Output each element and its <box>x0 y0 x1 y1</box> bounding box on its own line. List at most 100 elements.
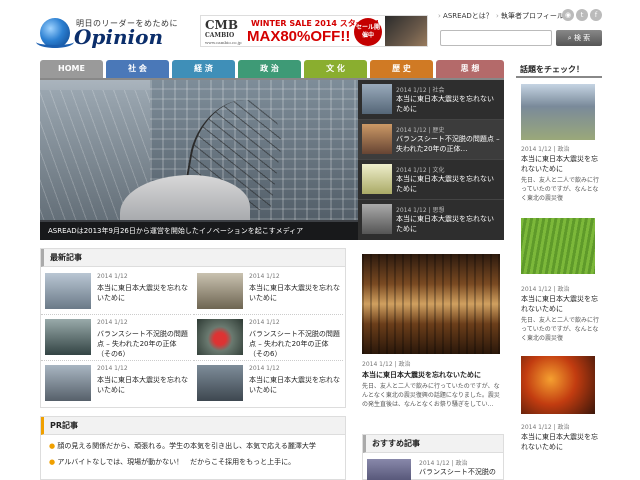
tab-culture[interactable]: 文 化 <box>304 60 367 78</box>
latest-articles-panel: 最新記事 2014 1/12 本当に東日本大震災を忘れないために 2014 1/… <box>40 248 346 408</box>
ad-brand-url: www.cambio.co.jp <box>205 40 242 45</box>
recommended-title[interactable]: バランスシート不況脱の <box>419 467 496 477</box>
library-shelves <box>362 254 500 354</box>
article-date: 2014 1/12 <box>249 365 280 372</box>
recommended-meta: 2014 1/12 | 政治 <box>419 460 468 467</box>
topnav-about-label: ASREADとは？ <box>443 12 493 20</box>
recommended-heading: おすすめ記事 <box>363 435 503 453</box>
topnav-about-link[interactable]: › ASREADとは？ <box>438 11 493 21</box>
pr-link[interactable]: ● アルバイトなしでは、現場が動かない！ だからこそ採用をもっと上手に。 <box>49 457 295 467</box>
site-logo-text[interactable]: Opinion <box>74 25 163 49</box>
sidebar-title[interactable]: 本当に東日本大震災を忘れないために <box>521 154 601 174</box>
pr-link-label: 顔の見える関係だから、頑張れる。学生の本気を引き出し、本気で応える麗澤大学 <box>57 442 316 450</box>
featured-title: 本当に東日本大震災を忘れないために <box>362 371 481 379</box>
rss-icon[interactable]: ◉ <box>562 9 574 21</box>
tab-society[interactable]: 社 会 <box>106 60 169 78</box>
chevron-right-icon: › <box>438 12 441 20</box>
article-title: 本当に東日本大震災を忘れないために <box>97 284 188 302</box>
chevron-right-icon: › <box>496 12 499 20</box>
article-card[interactable]: 2014 1/12 本当に東日本大震災を忘れないために <box>193 269 343 315</box>
tab-economy[interactable]: 経 済 <box>172 60 235 78</box>
article-card[interactable]: 2014 1/12 バランスシート不況脱の問題点 – 失われた20年の正体（その… <box>41 315 191 361</box>
hero-list-item[interactable]: 2014 1/12 | 社会 本当に東日本大震災を忘れないために <box>358 80 504 120</box>
hero-list-title: 本当に東日本大震災を忘れないために <box>396 175 494 193</box>
hero-list-meta: 2014 1/12 | 思想 <box>396 207 445 214</box>
pr-heading: PR記事 <box>41 417 345 435</box>
article-thumb <box>45 273 91 309</box>
article-thumb <box>197 273 243 309</box>
bullet-icon: ● <box>49 442 56 450</box>
search-input[interactable] <box>440 30 552 46</box>
ad-model-photo <box>385 16 427 46</box>
featured-excerpt: 先日、友人と二人で飲みに行っていたのですが、なんとなく東北の震災復興の話題になり… <box>362 383 500 408</box>
hero-list-meta: 2014 1/12 | 文化 <box>396 167 445 174</box>
hero-list-meta: 2014 1/12 | 社会 <box>396 87 445 94</box>
hero-list-thumb <box>362 204 392 234</box>
twitter-icon[interactable]: t <box>576 9 588 21</box>
pr-link-label: アルバイトなしでは、現場が動かない！ だからこそ採用をもっと上手に。 <box>57 458 296 466</box>
sidebar-meta: 2014 1/12 | 政治 <box>521 424 570 431</box>
featured-article[interactable]: 2014 1/12 | 政治 本当に東日本大震災を忘れないために 先日、友人と二… <box>362 254 502 414</box>
search-button[interactable]: ⌕ 検 索 <box>556 30 602 46</box>
article-title: 本当に東日本大震災を忘れないために <box>249 376 340 394</box>
hero-list-item[interactable]: 2014 1/12 | 歴史 バランスシート不況脱の問題点 – 失われた20年の… <box>358 120 504 160</box>
featured-meta: 2014 1/12 | 政治 <box>362 361 411 368</box>
hero-list-thumb <box>362 124 392 154</box>
featured-library-image <box>362 254 500 354</box>
article-date: 2014 1/12 <box>249 273 280 280</box>
sidebar-heading: 話題をチェック！ <box>516 62 602 78</box>
sidebar-thumb-autumn[interactable] <box>521 356 595 414</box>
hero-caption: ASREADは2013年9月26日から運営を開始したイノベーションを起こすメディ… <box>40 222 358 240</box>
article-card[interactable]: 2014 1/12 本当に東日本大震災を忘れないために <box>41 361 191 407</box>
search-icon: ⌕ <box>567 34 572 42</box>
hero-list-title: 本当に東日本大震災を忘れないために <box>396 95 494 113</box>
topnav-writers-link[interactable]: › 執筆者プロフィール <box>496 11 564 21</box>
ad-brand-logo: CMB CAMBIO www.cambio.co.jp <box>205 18 242 46</box>
sidebar-thumb-field[interactable] <box>521 218 595 274</box>
sidebar-meta: 2014 1/12 | 政治 <box>521 286 570 293</box>
ad-sale-badge: セール開催中 <box>354 18 382 46</box>
tab-thought[interactable]: 思 想 <box>436 60 504 78</box>
hero-list-title: 本当に東日本大震災を忘れないために <box>396 215 494 233</box>
tab-politics[interactable]: 政 治 <box>238 60 301 78</box>
article-card[interactable]: 2014 1/12 本当に東日本大震災を忘れないために <box>193 361 343 407</box>
sidebar-thumb-city[interactable] <box>521 84 595 140</box>
pr-link[interactable]: ● 顔の見える関係だから、頑張れる。学生の本気を引き出し、本気で応える麗澤大学 <box>49 441 316 451</box>
logo-swoosh <box>36 36 74 48</box>
sidebar-meta: 2014 1/12 | 政治 <box>521 146 570 153</box>
hero-list-meta: 2014 1/12 | 歴史 <box>396 127 445 134</box>
hero-list-item[interactable]: 2014 1/12 | 思想 本当に東日本大震災を忘れないために <box>358 200 504 240</box>
article-date: 2014 1/12 <box>97 365 128 372</box>
sidebar-excerpt: 先日、友人と二人で飲みに行っていたのですが、なんとなく東北の震災復 <box>521 177 600 202</box>
pr-articles-panel: PR記事 ● 顔の見える関係だから、頑張れる。学生の本気を引き出し、本気で応える… <box>40 416 346 480</box>
hero-list-thumb <box>362 84 392 114</box>
ad-brand-name: CAMBIO <box>205 32 235 39</box>
article-card[interactable]: 2014 1/12 バランスシート不況脱の問題点 – 失われた20年の正体（その… <box>193 315 343 361</box>
ad-brand-mark: CMB <box>205 18 238 32</box>
sidebar-title[interactable]: 本当に東日本大震災を忘れないために <box>521 432 601 452</box>
sidebar-title[interactable]: 本当に東日本大震災を忘れないために <box>521 294 601 314</box>
hero-slider[interactable]: ASREADは2013年9月26日から運営を開始したイノベーションを起こすメディ… <box>40 80 358 240</box>
article-thumb <box>45 365 91 401</box>
article-date: 2014 1/12 <box>97 273 128 280</box>
article-thumb <box>197 319 243 355</box>
article-title: バランスシート不況脱の問題点 – 失われた20年の正体（その6） <box>249 330 340 358</box>
hero-list-thumb <box>362 164 392 194</box>
hero-list-item[interactable]: 2014 1/12 | 文化 本当に東日本大震災を忘れないために <box>358 160 504 200</box>
topnav-writers-label: 執筆者プロフィール <box>501 12 564 20</box>
article-date: 2014 1/12 <box>249 319 280 326</box>
sidebar-excerpt: 先日、友人と二人で飲みに行っていたのですが、なんとなく東北の震災復 <box>521 317 600 342</box>
search-button-label: 検 索 <box>573 34 591 42</box>
banner-ad[interactable]: CMB CAMBIO www.cambio.co.jp WINTER SALE … <box>200 15 428 47</box>
recommended-thumb[interactable] <box>367 459 411 480</box>
facebook-icon[interactable]: f <box>590 9 602 21</box>
latest-articles-heading: 最新記事 <box>41 249 345 267</box>
recommended-panel: おすすめ記事 2014 1/12 | 政治 バランスシート不況脱の <box>362 434 504 480</box>
article-title: 本当に東日本大震災を忘れないために <box>97 376 188 394</box>
tab-history[interactable]: 歴 史 <box>370 60 433 78</box>
tab-home[interactable]: HOME <box>40 60 103 78</box>
article-thumb <box>197 365 243 401</box>
hero-list-title: バランスシート不況脱の問題点 – 失われた20年の正体… <box>396 135 500 153</box>
article-card[interactable]: 2014 1/12 本当に東日本大震災を忘れないために <box>41 269 191 315</box>
article-thumb <box>45 319 91 355</box>
